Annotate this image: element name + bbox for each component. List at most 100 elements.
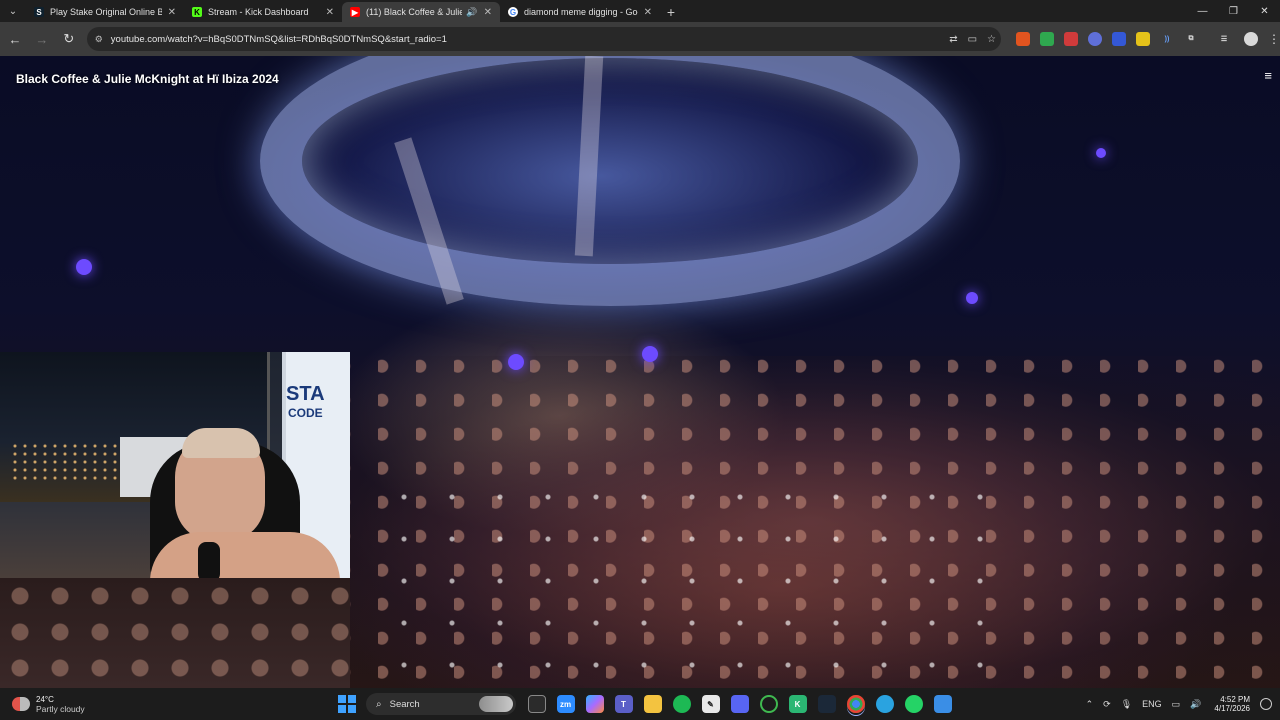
- close-tab-icon[interactable]: ✕: [644, 7, 652, 18]
- profile-avatar[interactable]: [1244, 32, 1259, 46]
- sign-text: STA: [286, 383, 325, 405]
- copilot-icon[interactable]: [585, 695, 604, 713]
- zoom-icon[interactable]: zm: [556, 695, 575, 713]
- translate-icon[interactable]: ⇄: [949, 34, 957, 45]
- purple-light-spot: [508, 354, 524, 370]
- streamer-hair: [182, 428, 260, 458]
- microphone-icon[interactable]: 🎙: [1121, 699, 1132, 710]
- windows-taskbar: 24°C Partly cloudy ⌕ Search zm T ✎ K ⌃ ⟳…: [0, 688, 1280, 720]
- back-arrow-icon[interactable]: ←: [3, 27, 27, 51]
- cast-icon[interactable]: ▭: [968, 34, 977, 45]
- extension-yellow-icon[interactable]: [1136, 32, 1151, 46]
- extension-red-icon[interactable]: [1064, 32, 1079, 46]
- tab-title: (11) Black Coffee & Julie M: [366, 7, 463, 17]
- browser-menu-icon[interactable]: ⋮: [1268, 32, 1280, 46]
- system-tray: ⌃ ⟳ 🎙 ENG ▭ 🔊 4:52 PM 4/17/2026: [1081, 695, 1272, 713]
- clock-time: 4:52 PM: [1220, 695, 1250, 704]
- notepad-icon[interactable]: ✎: [701, 695, 720, 713]
- youtube-favicon-icon: ▶: [350, 7, 360, 17]
- webcam-overlay: STA CODE: [0, 352, 350, 578]
- chrome-icon[interactable]: [846, 695, 865, 713]
- address-bar[interactable]: ⚙ youtube.com/watch?v=hBqS0DTNmSQ&list=R…: [86, 27, 1002, 51]
- extension-audio-wave-icon[interactable]: )): [1160, 32, 1174, 46]
- tab-search-chevron-icon[interactable]: ⌄: [0, 0, 26, 22]
- crowd-scene-left: [0, 578, 350, 688]
- url-text[interactable]: youtube.com/watch?v=hBqS0DTNmSQ&list=RDh…: [111, 34, 944, 45]
- purple-light-spot: [1096, 148, 1106, 158]
- close-window-icon[interactable]: ✕: [1249, 0, 1280, 22]
- extension-purple-icon[interactable]: [1088, 32, 1103, 46]
- steam-icon[interactable]: [817, 695, 836, 713]
- streamer-body: [150, 532, 340, 578]
- weather-temperature: 24°C: [36, 694, 54, 704]
- site-info-icon[interactable]: ⚙: [95, 34, 103, 45]
- tab-title: diamond meme digging - Goo: [524, 7, 638, 17]
- telegram-icon[interactable]: [875, 695, 894, 713]
- floral-ceiling-ring: [260, 56, 960, 306]
- windows-start-icon[interactable]: [338, 695, 356, 713]
- weather-description: Partly cloudy: [36, 703, 85, 714]
- new-tab-button[interactable]: +: [660, 2, 682, 22]
- playlist-icon[interactable]: ≡: [1264, 68, 1272, 83]
- kick-app-icon[interactable]: K: [788, 695, 807, 713]
- close-tab-icon[interactable]: ✕: [484, 7, 492, 18]
- search-label: Search: [389, 698, 420, 710]
- stake-favicon-icon: S: [34, 7, 44, 17]
- tray-app-icon[interactable]: ⟳: [1103, 699, 1111, 710]
- forward-arrow-icon[interactable]: →: [30, 27, 54, 51]
- extension-blue-z-icon[interactable]: [1112, 32, 1127, 46]
- tab-youtube-video[interactable]: ▶ (11) Black Coffee & Julie M 🔊 ✕: [342, 2, 500, 22]
- tab-google-search[interactable]: G diamond meme digging - Goo ✕: [500, 2, 660, 22]
- notification-icon[interactable]: [1260, 698, 1272, 710]
- partly-cloudy-icon: [12, 697, 30, 711]
- close-tab-icon[interactable]: ✕: [326, 7, 334, 18]
- browser-tab-strip: ⌄ S Play Stake Original Online Black ✕ K…: [0, 0, 1280, 22]
- microphone: [198, 542, 220, 578]
- language-indicator[interactable]: ENG: [1142, 699, 1162, 709]
- taskbar-search[interactable]: ⌕ Search: [366, 693, 516, 715]
- network-icon[interactable]: ▭: [1172, 699, 1181, 710]
- phone-lights: [380, 476, 1000, 688]
- video-title[interactable]: Black Coffee & Julie McKnight at Hï Ibiz…: [16, 72, 279, 86]
- file-explorer-icon[interactable]: [643, 695, 662, 713]
- weather-widget[interactable]: 24°C Partly cloudy: [12, 695, 312, 714]
- task-view-icon[interactable]: [527, 695, 546, 713]
- clock-date: 4/17/2026: [1214, 704, 1250, 713]
- tab-title: Play Stake Original Online Black: [50, 7, 162, 17]
- window-controls: — ❐ ✕: [1187, 0, 1280, 22]
- purple-light-spot: [966, 292, 978, 304]
- kick-favicon-icon: K: [192, 7, 202, 17]
- sign-code-text: CODE: [288, 406, 323, 420]
- restore-icon[interactable]: ❐: [1218, 0, 1249, 22]
- tab-kick-dashboard[interactable]: K Stream - Kick Dashboard ✕: [184, 2, 342, 22]
- taskbar-apps: ⌕ Search zm T ✎ K: [338, 693, 957, 715]
- obs-icon[interactable]: [759, 695, 778, 713]
- speaker-icon[interactable]: 🔊: [466, 7, 477, 18]
- chevron-up-icon[interactable]: ⌃: [1086, 699, 1094, 710]
- google-favicon-icon: G: [508, 7, 518, 17]
- tab-stake[interactable]: S Play Stake Original Online Black ✕: [26, 2, 184, 22]
- reload-icon[interactable]: ↻: [57, 27, 81, 51]
- browser-toolbar: ← → ↻ ⚙ youtube.com/watch?v=hBqS0DTNmSQ&…: [0, 22, 1280, 56]
- close-tab-icon[interactable]: ✕: [168, 7, 176, 18]
- spotify-icon[interactable]: [672, 695, 691, 713]
- extension-green-badge-icon[interactable]: [1040, 32, 1055, 46]
- purple-light-spot: [642, 346, 658, 362]
- bookmark-star-icon[interactable]: ☆: [987, 34, 996, 45]
- discord-icon[interactable]: [730, 695, 749, 713]
- minimize-icon[interactable]: —: [1187, 0, 1218, 22]
- reading-list-icon[interactable]: ☰: [1217, 32, 1231, 46]
- extensions-puzzle-icon[interactable]: ⧉: [1184, 32, 1198, 46]
- purple-light-spot: [76, 259, 92, 275]
- volume-icon[interactable]: 🔊: [1190, 699, 1201, 710]
- photos-icon[interactable]: [933, 695, 952, 713]
- video-player[interactable]: Black Coffee & Julie McKnight at Hï Ibiz…: [0, 56, 1280, 688]
- tab-title: Stream - Kick Dashboard: [208, 7, 309, 17]
- whatsapp-icon[interactable]: [904, 695, 923, 713]
- extension-fox-icon[interactable]: [1016, 32, 1031, 46]
- teams-icon[interactable]: T: [614, 695, 633, 713]
- search-icon: ⌕: [376, 698, 382, 710]
- search-highlight-icon: [479, 696, 513, 712]
- clock[interactable]: 4:52 PM 4/17/2026: [1214, 695, 1250, 713]
- extensions-bar: )) ⧉ ☰ ⋮: [1011, 32, 1280, 46]
